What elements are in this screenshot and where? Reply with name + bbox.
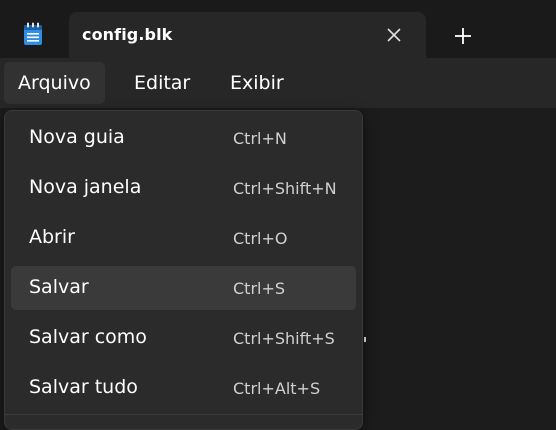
- menu-item-shortcut: Ctrl+Shift+S: [233, 329, 335, 348]
- menu-item-label: Nova janela: [29, 176, 142, 198]
- menu-item-label: Salvar: [29, 276, 89, 298]
- menu-item-label: Abrir: [29, 226, 75, 248]
- menu-item-salvar-como[interactable]: Salvar como Ctrl+Shift+S: [11, 316, 356, 360]
- menu-item-shortcut: Ctrl+S: [233, 279, 286, 298]
- menu-item-label: Salvar como: [29, 326, 147, 348]
- file-menu-dropdown: Nova guia Ctrl+N Nova janela Ctrl+Shift+…: [4, 110, 363, 430]
- menu-item-shortcut: Ctrl+Shift+N: [233, 179, 337, 198]
- menu-item-abrir[interactable]: Abrir Ctrl+O: [11, 216, 356, 260]
- text-caret: [364, 337, 366, 342]
- menu-item-nova-janela[interactable]: Nova janela Ctrl+Shift+N: [11, 166, 356, 210]
- menu-arquivo[interactable]: Arquivo: [4, 62, 105, 104]
- menu-item-label: Salvar tudo: [29, 376, 138, 398]
- menu-item-nova-guia[interactable]: Nova guia Ctrl+N: [11, 116, 356, 160]
- menu-item-label: Nova guia: [29, 126, 125, 148]
- menu-bar: Arquivo Editar Exibir: [0, 58, 556, 108]
- title-bar: config.blk: [0, 0, 556, 58]
- menu-exibir[interactable]: Exibir: [216, 62, 298, 104]
- menu-item-shortcut: Ctrl+Alt+S: [233, 379, 321, 398]
- notepad-icon: [24, 22, 42, 45]
- tab-config-blk[interactable]: config.blk: [69, 12, 426, 58]
- menu-item-shortcut: Ctrl+N: [233, 129, 287, 148]
- menu-item-salvar[interactable]: Salvar Ctrl+S: [11, 266, 356, 310]
- plus-icon[interactable]: [450, 23, 476, 49]
- tab-title: config.blk: [82, 25, 173, 44]
- menu-item-salvar-tudo[interactable]: Salvar tudo Ctrl+Alt+S: [11, 366, 356, 410]
- menu-editar[interactable]: Editar: [120, 62, 204, 104]
- menu-separator: [5, 414, 362, 415]
- close-icon[interactable]: [382, 23, 406, 47]
- menu-item-shortcut: Ctrl+O: [233, 229, 288, 248]
